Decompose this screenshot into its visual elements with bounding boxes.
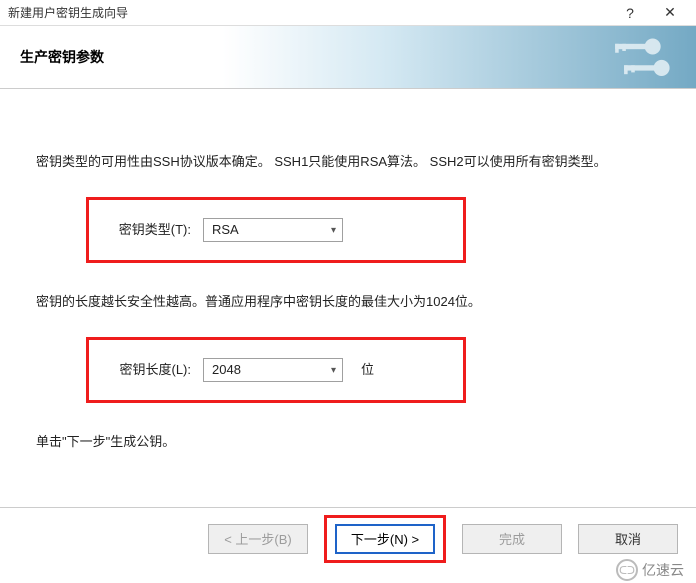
close-button[interactable]: ✕ xyxy=(650,1,690,25)
watermark-icon: ᑕᑐ xyxy=(616,559,638,581)
wizard-button-bar: < 上一步(B) 下一步(N) > 完成 取消 xyxy=(0,507,696,569)
watermark: ᑕᑐ 亿速云 xyxy=(610,557,690,583)
keys-icon xyxy=(588,34,678,84)
back-button: < 上一步(B) xyxy=(208,524,308,554)
finish-button: 完成 xyxy=(462,524,562,554)
window-title: 新建用户密钥生成向导 xyxy=(8,4,610,21)
key-type-description: 密钥类型的可用性由SSH协议版本确定。 SSH1只能使用RSA算法。 SSH2可… xyxy=(36,151,660,173)
watermark-text: 亿速云 xyxy=(642,560,684,580)
key-type-select[interactable]: RSA ▾ xyxy=(203,218,343,242)
next-button[interactable]: 下一步(N) > xyxy=(335,524,435,554)
help-button[interactable]: ? xyxy=(610,1,650,25)
key-length-description: 密钥的长度越长安全性越高。普通应用程序中密钥长度的最佳大小为1024位。 xyxy=(36,291,660,313)
key-length-label: 密钥长度(L): xyxy=(99,359,191,381)
banner-heading: 生产密钥参数 xyxy=(14,47,104,67)
key-length-highlight: 密钥长度(L): 2048 ▾ 位 xyxy=(86,337,466,403)
chevron-down-icon: ▾ xyxy=(331,222,336,239)
key-length-select[interactable]: 2048 ▾ xyxy=(203,358,343,382)
key-length-value: 2048 xyxy=(212,359,241,381)
wizard-banner: 生产密钥参数 xyxy=(0,26,696,88)
key-type-label: 密钥类型(T): xyxy=(99,219,191,241)
key-type-value: RSA xyxy=(212,219,239,241)
wizard-content: 密钥类型的可用性由SSH协议版本确定。 SSH1只能使用RSA算法。 SSH2可… xyxy=(0,89,696,497)
next-step-description: 单击"下一步"生成公钥。 xyxy=(36,431,660,453)
key-length-unit: 位 xyxy=(361,359,374,381)
titlebar: 新建用户密钥生成向导 ? ✕ xyxy=(0,0,696,26)
next-button-highlight: 下一步(N) > xyxy=(324,515,446,563)
key-type-highlight: 密钥类型(T): RSA ▾ xyxy=(86,197,466,263)
cancel-button[interactable]: 取消 xyxy=(578,524,678,554)
chevron-down-icon: ▾ xyxy=(331,362,336,379)
